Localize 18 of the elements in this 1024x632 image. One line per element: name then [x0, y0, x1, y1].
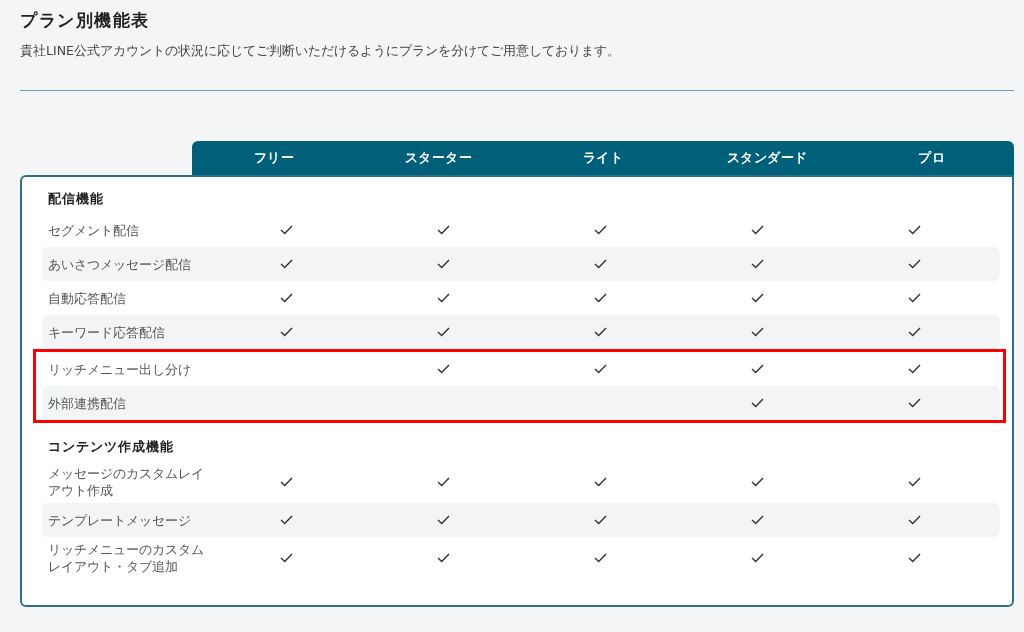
- plan-name: プロ: [917, 149, 947, 167]
- plan-name: フリー: [252, 149, 296, 167]
- plan-name: ライト: [581, 149, 625, 167]
- feature-label: あいさつメッセージ配信: [48, 255, 192, 274]
- description-text: 貴社LINE公式アカウントの状況に応じてご判断いただけるようにプランを分けてご用意しております。: [20, 43, 621, 60]
- section-heading: 配信機能: [48, 190, 105, 208]
- feature-label: リッチメニュー出し分け: [48, 360, 192, 379]
- feature-label: 外部連携配信: [48, 394, 127, 413]
- feature-label: リッチメニューのカスタムレイアウト・タブ追加: [48, 541, 205, 576]
- page-title: プラン別機能表: [20, 9, 151, 31]
- feature-label: メッセージのカスタムレイアウト作成: [48, 465, 205, 500]
- feature-label: テンプレートメッセージ: [48, 511, 192, 530]
- feature-label: 自動応答配信: [48, 289, 127, 308]
- feature-label: キーワード応答配信: [48, 323, 166, 342]
- plan-name: スタンダード: [725, 149, 809, 167]
- plan-name: スターター: [403, 149, 474, 167]
- section-heading: コンテンツ作成機能: [48, 438, 175, 456]
- feature-label: セグメント配信: [48, 221, 140, 240]
